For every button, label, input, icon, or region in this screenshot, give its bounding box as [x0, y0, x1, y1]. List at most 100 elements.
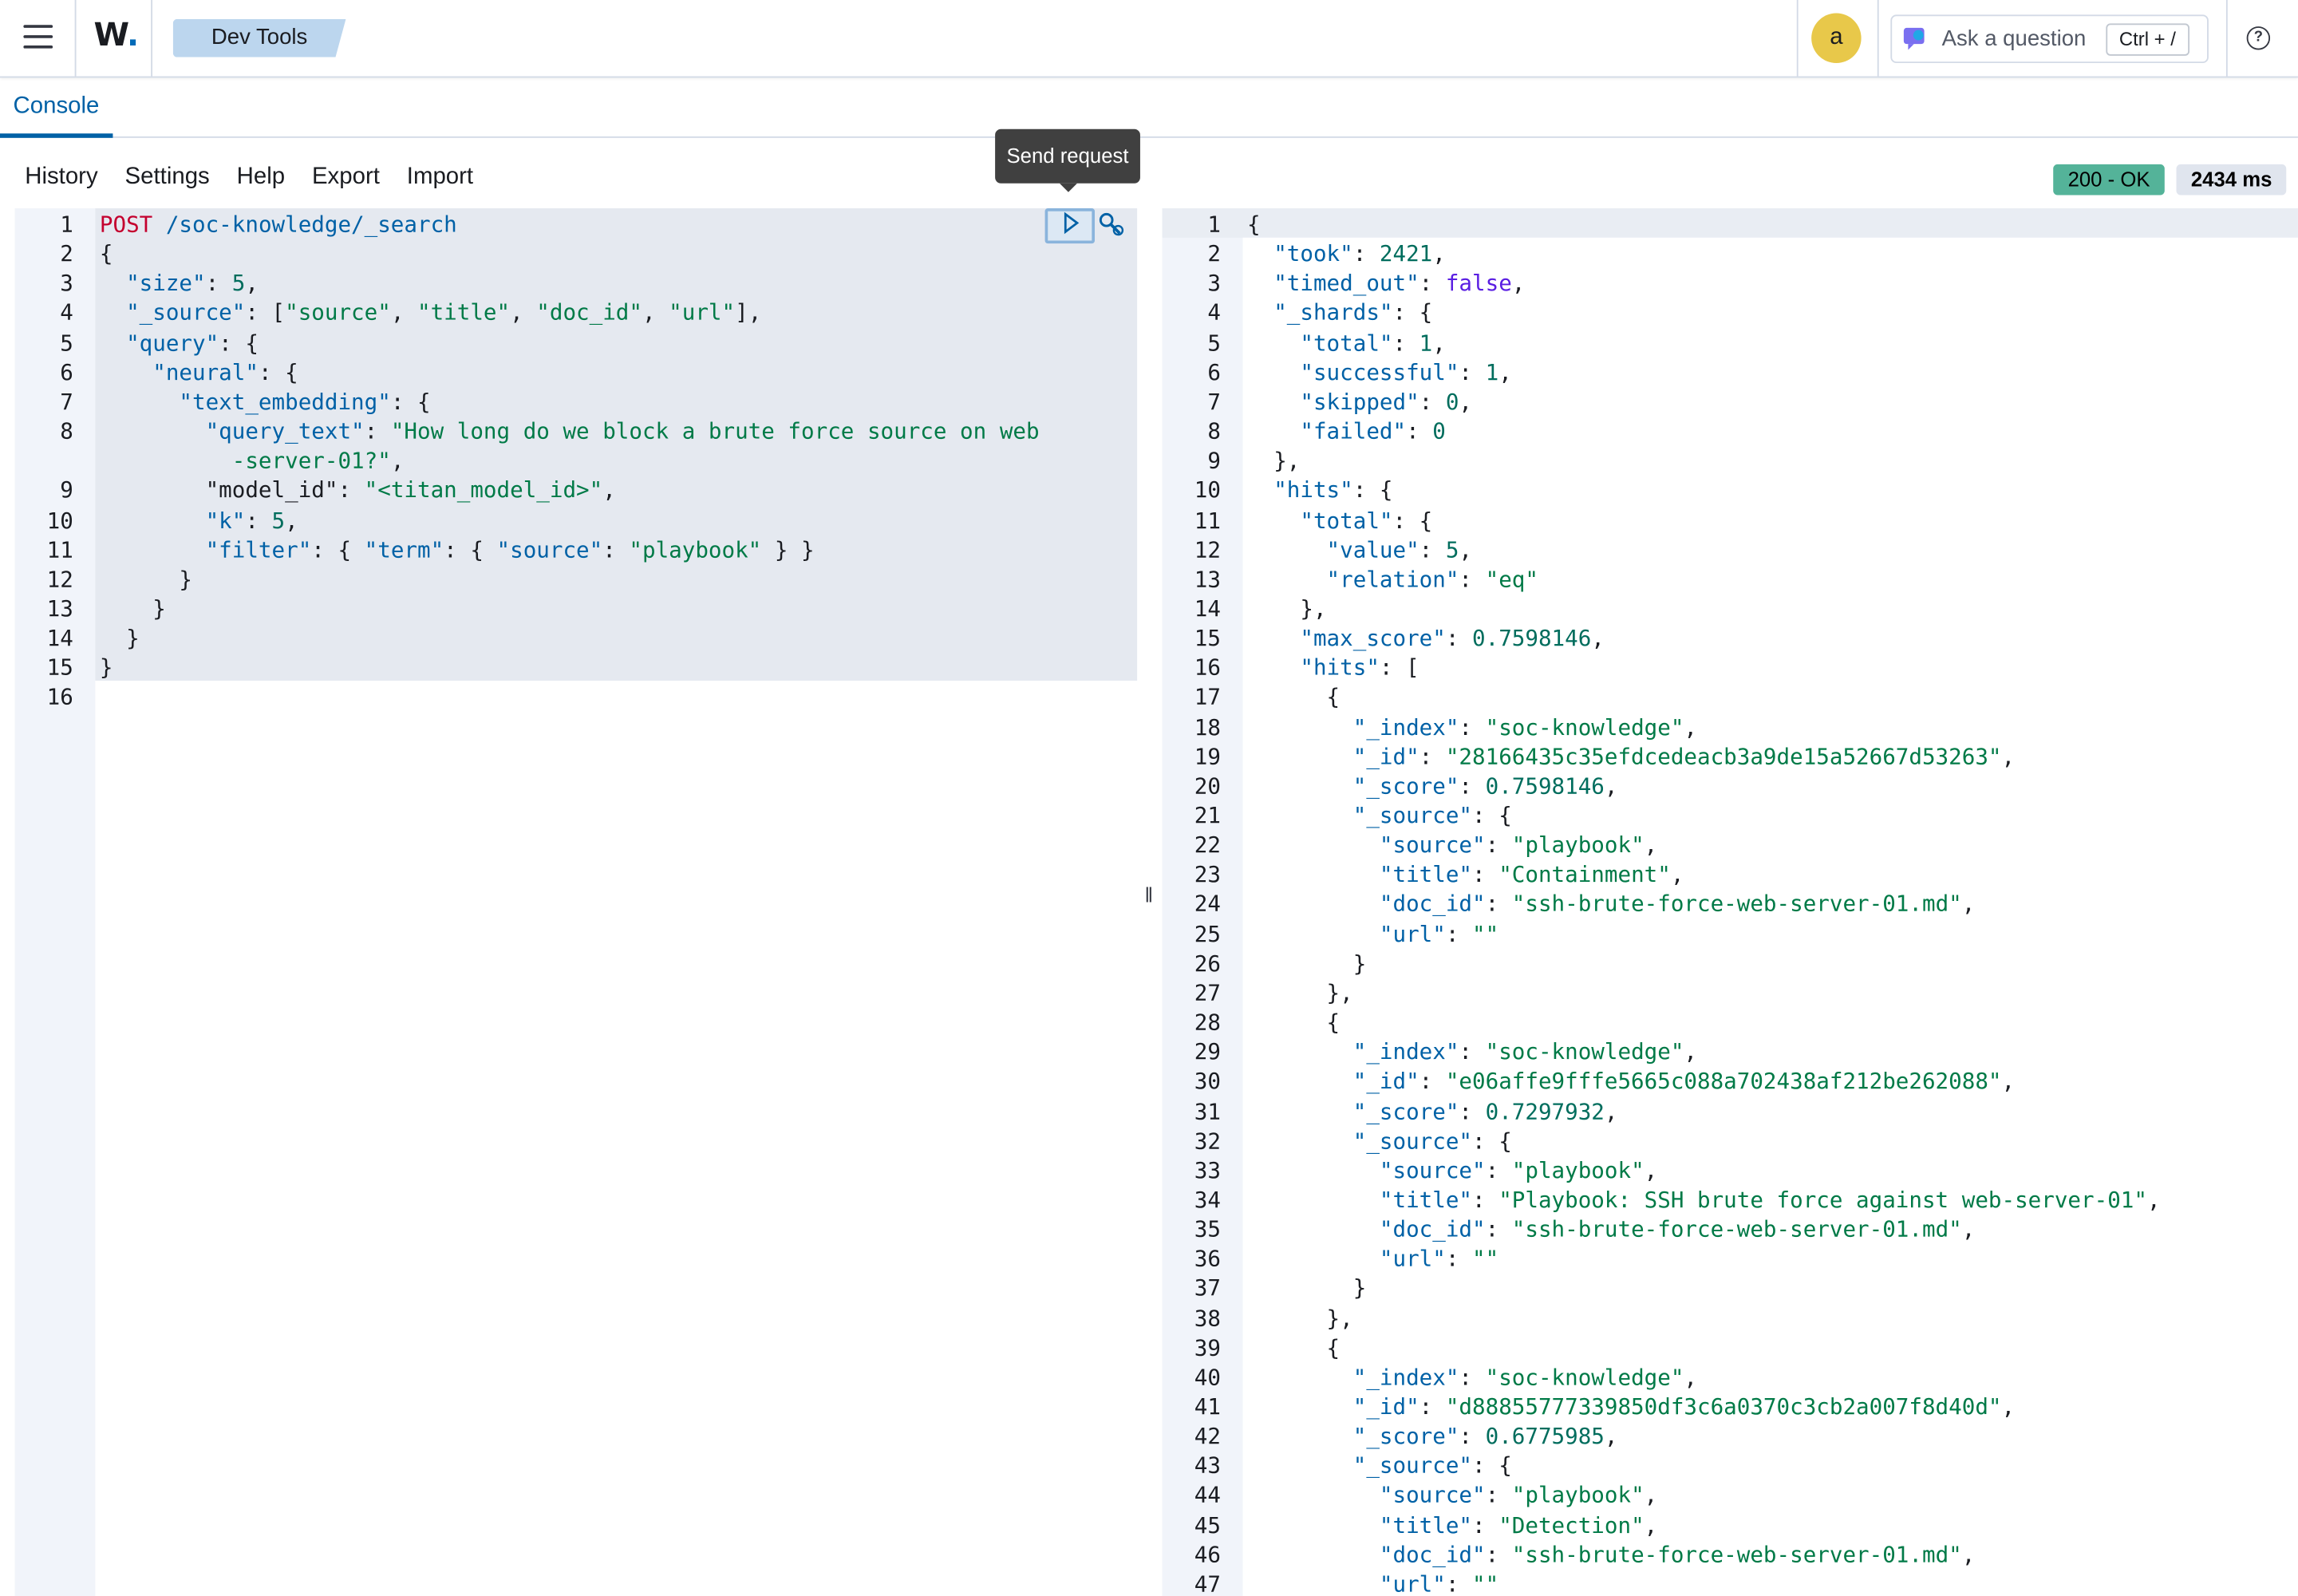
code-token: "Playbook: SSH brute force against web-s… — [1498, 1186, 2147, 1214]
avatar[interactable]: a — [1811, 13, 1862, 64]
line-number: 27 — [1194, 979, 1221, 1006]
code-token: , — [2146, 1186, 2161, 1214]
code-line: -server-01?", — [100, 446, 405, 476]
tab-bar: Console — [0, 77, 2298, 138]
code-token: , — [1459, 536, 1473, 563]
code-token: 0.7598146 — [1485, 772, 1605, 800]
code-token: , — [285, 507, 298, 534]
code-token: : { — [219, 329, 259, 356]
breadcrumb[interactable]: Dev Tools — [172, 18, 346, 57]
code-line: "doc_id": "ssh-brute-force-web-server-01… — [1247, 1540, 1975, 1570]
code-line: "_id": "28166435c35efdcedeacb3a9de15a526… — [1247, 742, 2015, 772]
line-number: 9 — [60, 477, 73, 504]
code-line: "query_text": "How long do we block a br… — [100, 417, 1040, 446]
code-token: : — [1419, 388, 1446, 416]
code-token: , — [1604, 772, 1618, 800]
send-request-button[interactable] — [1044, 208, 1096, 244]
code-line: }, — [1247, 1303, 1353, 1333]
code-token: 5 — [231, 270, 246, 297]
help-icon[interactable]: ? — [2246, 26, 2271, 50]
code-token: "k" — [99, 507, 246, 534]
import-button[interactable]: Import — [407, 164, 473, 189]
settings-button[interactable]: Settings — [125, 164, 210, 189]
history-button[interactable]: History — [25, 164, 97, 189]
code-token: "playbook" — [1511, 832, 1645, 859]
code-line: POST /soc-knowledge/_search — [100, 210, 457, 239]
line-number: 44 — [1194, 1482, 1221, 1509]
code-token: : — [1459, 1364, 1486, 1391]
code-token: : — [1485, 1541, 1512, 1568]
line-number: 29 — [1194, 1038, 1221, 1065]
code-token: , — [1604, 1097, 1618, 1124]
code-token: , — [1459, 388, 1473, 416]
code-token: , — [1644, 832, 1658, 859]
code-token: "e06affe9fffe5665c088a702438af212be26208… — [1445, 1068, 2002, 1095]
line-number: 12 — [1194, 536, 1221, 563]
code-token: , — [1961, 1541, 1976, 1568]
code-line: }, — [1247, 978, 1353, 1008]
code-token: : { — [258, 358, 298, 385]
line-number: 14 — [1194, 595, 1221, 622]
code-token: "model_id": — [99, 477, 365, 504]
line-number: 28 — [1194, 1009, 1221, 1036]
code-token: , — [1644, 1482, 1658, 1509]
code-token: , — [2001, 743, 2016, 770]
code-line: } — [1247, 949, 1367, 978]
code-line: "total": { — [1247, 505, 1432, 535]
line-number: 39 — [1194, 1334, 1221, 1361]
app-logo[interactable]: W. — [94, 18, 140, 54]
line-number — [14, 446, 73, 476]
code-token: "title" — [1247, 861, 1473, 888]
line-number: 20 — [1194, 772, 1221, 800]
code-token: "url" — [1247, 1246, 1446, 1273]
code-token: "relation" — [1247, 566, 1459, 593]
code-token: "_source" — [99, 299, 246, 326]
code-line: } — [100, 623, 140, 653]
code-line: "url": "" — [1247, 1570, 1498, 1596]
line-number: 4 — [1207, 299, 1221, 326]
line-number: 1 — [1207, 211, 1221, 238]
export-button[interactable]: Export — [312, 164, 380, 189]
code-token: "failed" — [1247, 417, 1407, 445]
code-token: "_score" — [1247, 1097, 1459, 1124]
code-line: "_index": "soc-knowledge", — [1247, 713, 1697, 742]
code-token: : — [1445, 920, 1473, 947]
code-token: "_id" — [1247, 743, 1419, 770]
code-token: "max_score" — [1247, 625, 1446, 652]
code-token: "Detection" — [1498, 1511, 1645, 1539]
code-token: "timed_out" — [1247, 270, 1419, 297]
code-line: "url": "" — [1247, 919, 1498, 949]
code-token: "title" — [1247, 1186, 1473, 1214]
code-token: 5 — [1445, 536, 1459, 563]
wrench-icon[interactable] — [1098, 211, 1124, 238]
tab-console[interactable]: Console — [0, 77, 113, 138]
code-token: } — [1247, 1275, 1367, 1302]
code-line: { — [1247, 1333, 1340, 1362]
console-toolbar: History Settings Help Export Import — [25, 164, 494, 191]
code-token: } — [1247, 950, 1367, 977]
code-line: "_source": { — [1247, 1126, 1512, 1156]
help-button[interactable]: Help — [237, 164, 285, 189]
code-line: "value": 5, — [1247, 535, 1472, 564]
code-token: "d88855777339850df3c6a0370c3cb2a007f8d40… — [1445, 1393, 2002, 1420]
code-line: "model_id": "<titan_model_id>", — [100, 476, 616, 505]
line-number: 21 — [1194, 802, 1221, 829]
request-editor[interactable]: 1 POST /soc-knowledge/_search 2{3 "size": … — [14, 208, 1138, 1596]
code-token: "source" — [496, 536, 603, 563]
code-line: "timed_out": false, — [1247, 269, 1525, 298]
code-token: "skipped" — [1247, 388, 1419, 416]
code-token: : — [1419, 743, 1446, 770]
code-token: "_source" — [1247, 1452, 1473, 1479]
code-token: "source" — [1247, 1482, 1486, 1509]
code-token: , — [1644, 1156, 1658, 1184]
code-token: "_source" — [1247, 802, 1473, 829]
line-number: 4 — [60, 299, 73, 326]
line-number: 26 — [1194, 950, 1221, 977]
line-number: 40 — [1194, 1364, 1221, 1391]
code-token: : — [1485, 832, 1512, 859]
code-token: POST — [99, 211, 153, 238]
pane-resize-handle[interactable]: ǁ — [1144, 883, 1153, 907]
ask-question-button[interactable]: Ask a question Ctrl + / — [1890, 14, 2209, 64]
menu-icon[interactable] — [23, 25, 53, 49]
line-number: 5 — [1207, 329, 1221, 356]
